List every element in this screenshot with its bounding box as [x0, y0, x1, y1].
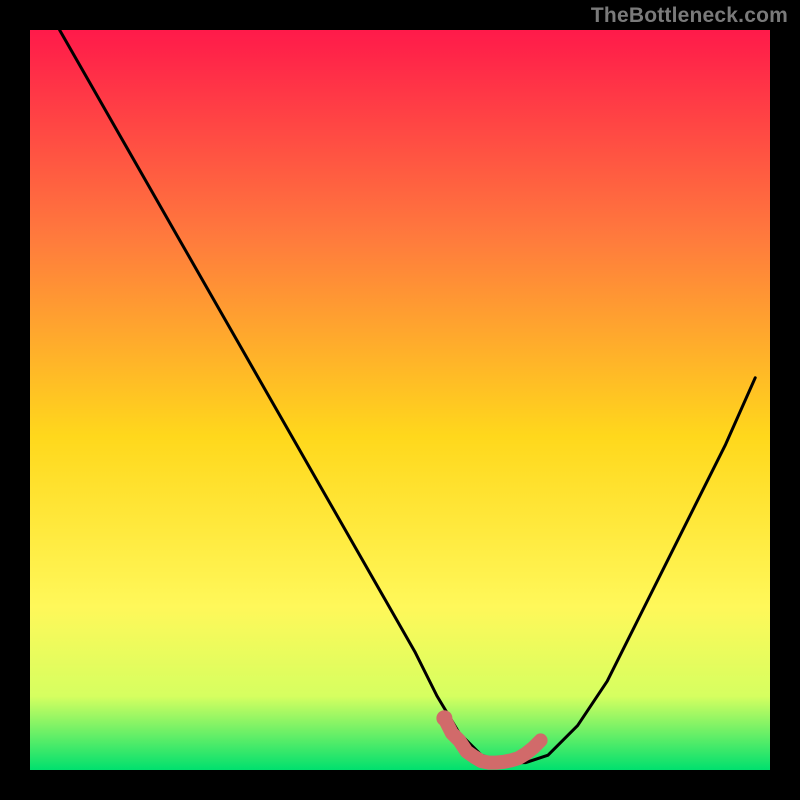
- chart-svg: [0, 0, 800, 800]
- chart-frame: TheBottleneck.com: [0, 0, 800, 800]
- optimal-range-start-dot: [436, 710, 452, 726]
- plot-area: [30, 30, 770, 770]
- watermark-label: TheBottleneck.com: [591, 4, 788, 28]
